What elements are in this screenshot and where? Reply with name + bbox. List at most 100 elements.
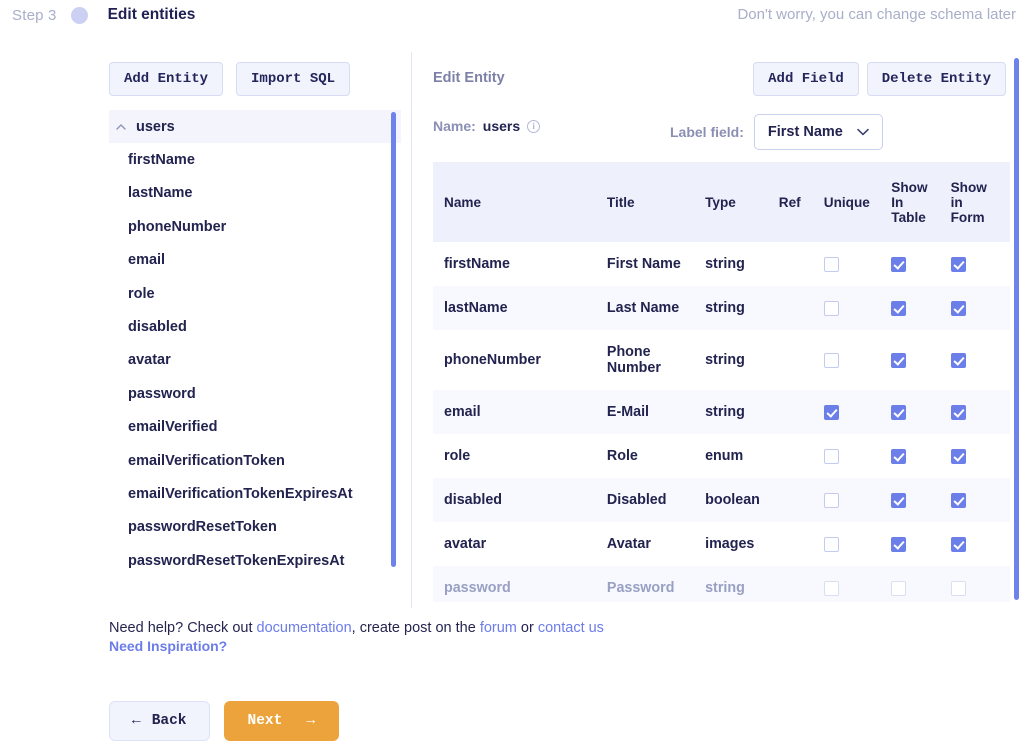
add-field-button[interactable]: Add Field	[753, 62, 859, 96]
cell-field-name: email	[444, 404, 481, 420]
unique-checkbox[interactable]	[823, 300, 839, 316]
back-button[interactable]: ← Back	[109, 701, 210, 741]
cell-field-ref	[779, 478, 824, 522]
unique-checkbox[interactable]	[823, 580, 839, 596]
help-or: or	[516, 620, 538, 636]
tree-entity-users[interactable]: users	[109, 110, 401, 144]
tree-field-label: firstName	[128, 152, 195, 169]
show-in-form-checkbox[interactable]	[950, 448, 966, 464]
import-sql-button[interactable]: Import SQL	[236, 62, 351, 96]
tree-field-item[interactable]: emailVerified	[109, 411, 401, 444]
col-header-line: Table	[891, 209, 926, 225]
show-in-form-checkbox[interactable]	[950, 536, 966, 552]
show-in-table-checkbox[interactable]	[891, 580, 907, 596]
cell-field-ref	[779, 434, 824, 478]
tree-field-label: email	[128, 252, 166, 269]
next-button[interactable]: Next →	[223, 701, 340, 741]
entity-name-key: Name:	[433, 118, 476, 134]
tree-field-item[interactable]: emailVerificationTokenExpiresAt	[109, 477, 401, 510]
forum-link[interactable]: forum	[480, 620, 517, 636]
show-in-table-checkbox[interactable]	[891, 536, 907, 552]
unique-cell	[823, 286, 892, 330]
show-in-table-checkbox[interactable]	[891, 256, 907, 272]
entity-tree-scrollbar[interactable]	[391, 112, 396, 567]
cell-field-title: Role	[606, 448, 638, 464]
unique-checkbox[interactable]	[823, 404, 839, 420]
info-icon[interactable]: i	[527, 119, 541, 133]
table-row[interactable]: lastName Last Name string	[433, 286, 1010, 330]
show-in-form-checkbox[interactable]	[950, 352, 966, 368]
table-row[interactable]: firstName First Name string	[433, 242, 1010, 286]
show-in-table-cell	[891, 330, 950, 390]
table-row[interactable]: phoneNumber Phone Number string	[433, 330, 1010, 390]
show-in-form-cell	[950, 330, 1010, 390]
contact-us-link[interactable]: contact us	[538, 620, 604, 636]
main-columns: Add Entity Import SQL users firstName las…	[0, 52, 1024, 654]
show-in-form-checkbox[interactable]	[950, 404, 966, 420]
table-row[interactable]: disabled Disabled boolean	[433, 478, 1010, 522]
show-in-form-checkbox[interactable]	[950, 300, 966, 316]
show-in-table-cell	[891, 242, 950, 286]
unique-cell	[823, 390, 892, 434]
show-in-form-cell	[950, 434, 1010, 478]
label-field-value: First Name	[767, 124, 843, 140]
tree-field-item[interactable]: passwordResetTokenExpiresAt	[109, 544, 401, 572]
page-scrollbar[interactable]	[1014, 58, 1019, 600]
arrow-left-icon: ←	[132, 713, 141, 729]
entity-tree[interactable]: users firstName lastName phoneNumber email r…	[109, 110, 401, 572]
unique-cell	[823, 566, 892, 602]
help-line: Need help? Check out documentation, crea…	[109, 620, 604, 636]
show-in-table-checkbox[interactable]	[891, 404, 907, 420]
unique-checkbox[interactable]	[823, 352, 839, 368]
col-header-line: Form	[950, 209, 985, 225]
cell-field-ref	[779, 242, 824, 286]
show-in-form-cell	[950, 242, 1010, 286]
table-row[interactable]: role Role enum	[433, 434, 1010, 478]
show-in-form-checkbox[interactable]	[950, 256, 966, 272]
need-inspiration-link[interactable]: Need Inspiration?	[109, 638, 227, 654]
cell-field-name: avatar	[444, 536, 487, 552]
tree-field-item[interactable]: passwordResetToken	[109, 511, 401, 544]
label-field-row: Label field: First Name	[670, 114, 883, 150]
table-row[interactable]: avatar Avatar images	[433, 522, 1010, 566]
entity-name-row: Name: users i	[433, 118, 541, 134]
show-in-table-checkbox[interactable]	[891, 300, 907, 316]
col-header-title: Title	[606, 162, 706, 242]
tree-field-item[interactable]: email	[109, 244, 401, 277]
documentation-link[interactable]: documentation	[257, 620, 352, 636]
unique-checkbox[interactable]	[823, 256, 839, 272]
cell-field-name: lastName	[444, 300, 508, 316]
tree-field-item[interactable]: firstName	[109, 143, 401, 176]
unique-checkbox[interactable]	[823, 492, 839, 508]
tree-field-item[interactable]: disabled	[109, 310, 401, 343]
tree-field-item[interactable]: avatar	[109, 344, 401, 377]
tree-field-item[interactable]: emailVerificationToken	[109, 444, 401, 477]
tree-field-item[interactable]: lastName	[109, 177, 401, 210]
show-in-table-checkbox[interactable]	[891, 492, 907, 508]
tree-field-item[interactable]: role	[109, 277, 401, 310]
table-row[interactable]: password Password string	[433, 566, 1010, 602]
tree-field-item[interactable]: password	[109, 377, 401, 410]
show-in-table-checkbox[interactable]	[891, 448, 907, 464]
step-indicator-dot	[70, 6, 88, 24]
unique-checkbox[interactable]	[823, 448, 839, 464]
label-field-key: Label field:	[670, 124, 744, 140]
delete-entity-button[interactable]: Delete Entity	[866, 62, 1006, 96]
wizard-header: Step 3 Edit entities Don't worry, you ca…	[0, 0, 1024, 30]
cell-field-name: firstName	[444, 256, 510, 272]
tree-field-label: emailVerificationToken	[128, 452, 285, 469]
show-in-table-checkbox[interactable]	[891, 352, 907, 368]
show-in-table-cell	[891, 478, 950, 522]
show-in-form-checkbox[interactable]	[950, 492, 966, 508]
show-in-form-checkbox[interactable]	[950, 580, 966, 596]
table-row[interactable]: email E-Mail string	[433, 390, 1010, 434]
cell-field-type: images	[705, 536, 755, 552]
entity-name-value[interactable]: users	[483, 118, 520, 134]
unique-checkbox[interactable]	[823, 536, 839, 552]
add-entity-button[interactable]: Add Entity	[109, 62, 224, 96]
col-header-show-in-form: Show in Form	[950, 162, 1010, 242]
show-in-form-cell	[950, 522, 1010, 566]
cell-field-ref	[779, 330, 824, 390]
label-field-select[interactable]: First Name	[753, 114, 883, 150]
tree-field-item[interactable]: phoneNumber	[109, 210, 401, 243]
